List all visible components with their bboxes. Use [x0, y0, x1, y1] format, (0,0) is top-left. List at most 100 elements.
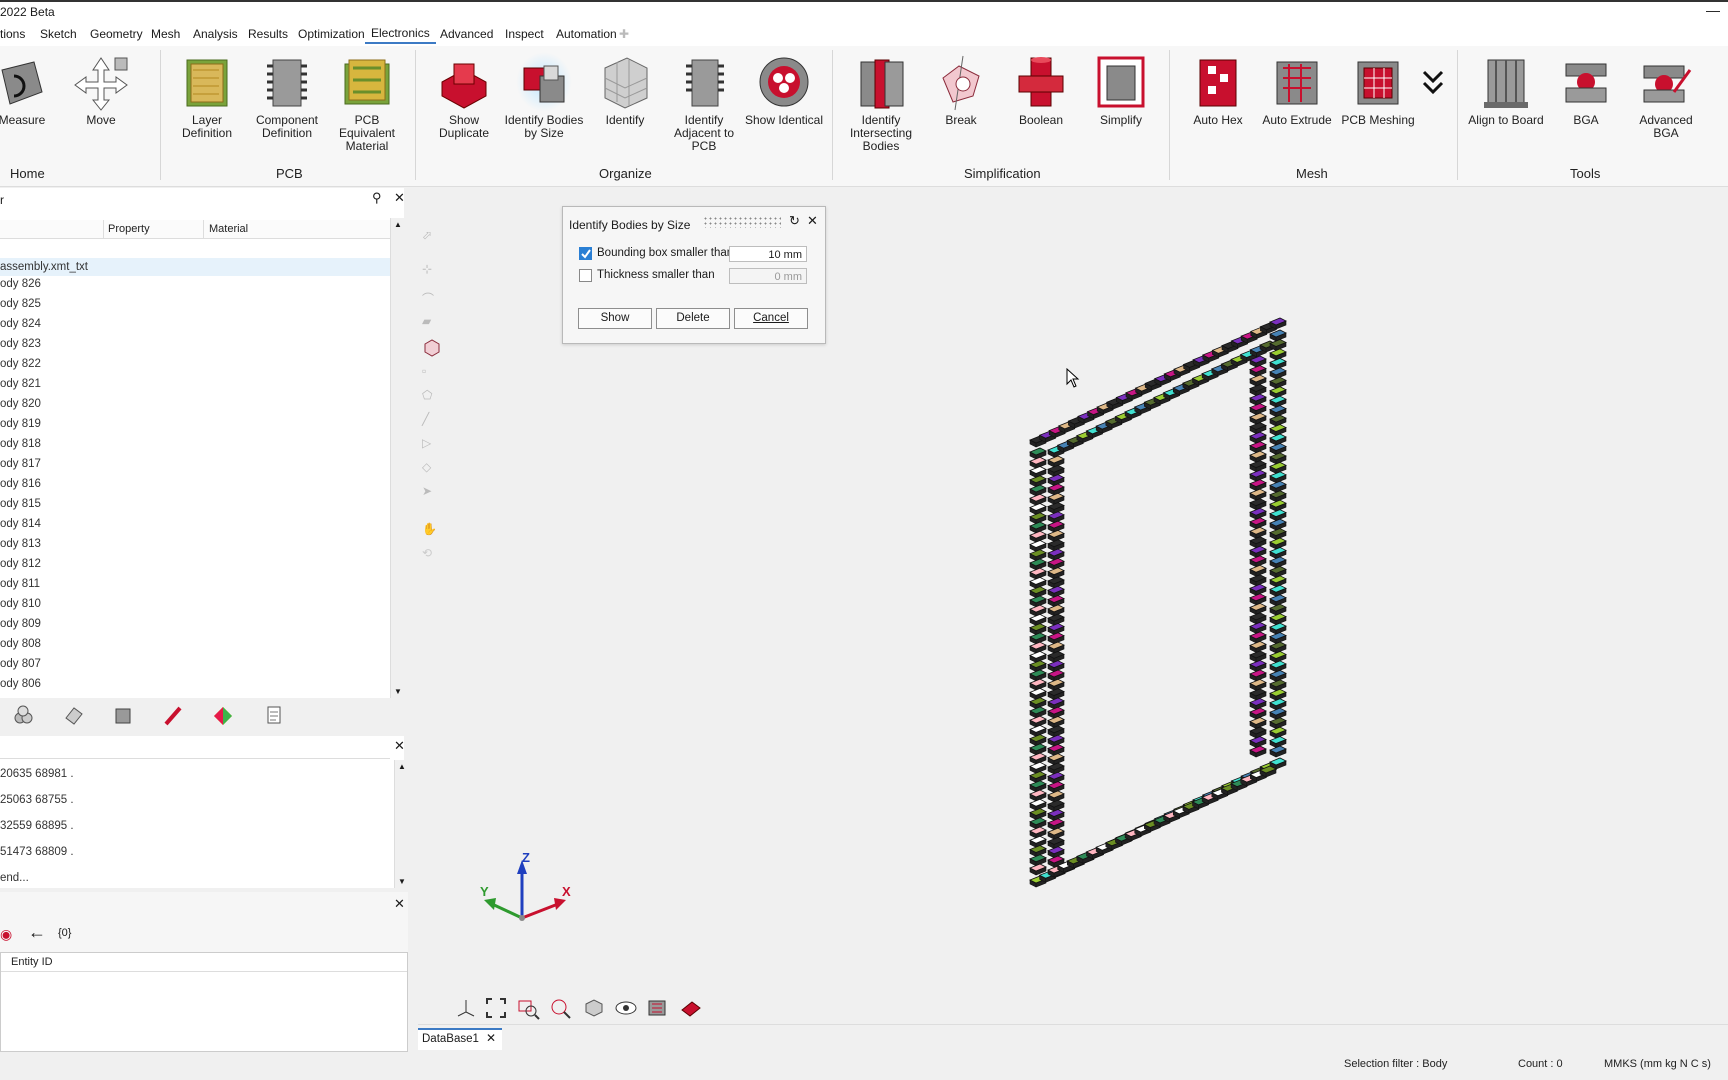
body[interactable] — [1269, 518, 1287, 531]
column-entity-id[interactable]: Entity ID — [11, 956, 53, 968]
body[interactable] — [1249, 555, 1267, 568]
body[interactable] — [1029, 512, 1047, 525]
body[interactable] — [1047, 539, 1065, 552]
body[interactable] — [1269, 594, 1287, 607]
body[interactable] — [1047, 836, 1065, 849]
body[interactable] — [1269, 452, 1287, 465]
body[interactable] — [1029, 706, 1047, 719]
body[interactable] — [1269, 651, 1287, 663]
tree-row[interactable]: ody 811 — [0, 578, 40, 590]
body[interactable] — [1249, 536, 1267, 549]
body[interactable] — [1047, 520, 1065, 533]
body[interactable] — [1047, 799, 1065, 812]
body[interactable] — [1269, 528, 1287, 541]
body[interactable] — [1269, 584, 1287, 597]
body[interactable] — [1269, 443, 1287, 455]
menu-item-optimization[interactable]: Optimization — [298, 27, 365, 41]
body[interactable] — [1249, 422, 1267, 435]
column-material[interactable]: Material — [209, 223, 248, 235]
filter-icon[interactable]: ◉ — [0, 926, 12, 943]
body[interactable] — [1269, 471, 1287, 484]
intersecting-bodies-button[interactable]: Identify Intersecting Bodies — [841, 48, 921, 153]
body[interactable] — [1249, 479, 1267, 492]
tab-close-icon[interactable]: ✕ — [486, 1031, 496, 1045]
body[interactable] — [1269, 424, 1287, 437]
body[interactable] — [1047, 576, 1065, 589]
bbox-checkbox[interactable] — [579, 247, 592, 260]
body[interactable] — [1029, 567, 1047, 580]
tree-root[interactable]: assembly.xmt_txt — [0, 258, 390, 276]
tree-row[interactable]: ody 820 — [0, 398, 41, 410]
body[interactable] — [1047, 827, 1065, 840]
menu-item-analysis[interactable]: Analysis — [193, 27, 238, 41]
material-tab-icon[interactable] — [62, 704, 84, 726]
identify-button[interactable]: Identify — [585, 48, 665, 127]
body[interactable] — [1047, 660, 1065, 673]
body[interactable] — [1269, 405, 1287, 418]
body[interactable] — [1047, 781, 1065, 794]
body[interactable] — [1249, 431, 1267, 444]
body[interactable] — [1249, 612, 1267, 625]
body[interactable] — [1249, 469, 1267, 482]
body[interactable] — [1249, 545, 1267, 558]
body[interactable] — [1047, 529, 1065, 542]
body[interactable] — [1249, 736, 1267, 748]
pcb-material-button[interactable]: PCB Equivalent Material — [327, 48, 407, 153]
surface-icon[interactable]: ▰ — [422, 314, 442, 334]
body[interactable] — [1269, 679, 1287, 692]
body[interactable] — [1047, 548, 1065, 561]
body[interactable] — [1029, 715, 1047, 728]
body[interactable] — [1047, 697, 1065, 710]
body[interactable] — [1047, 753, 1065, 766]
menu-item-automation[interactable]: Automation — [556, 27, 617, 41]
body[interactable] — [1029, 632, 1047, 645]
close-icon[interactable]: ✕ — [394, 190, 405, 206]
auto-extrude-button[interactable]: Auto Extrude — [1257, 48, 1337, 127]
dialog-grip[interactable] — [703, 216, 781, 228]
body[interactable] — [1249, 517, 1267, 530]
body[interactable] — [1029, 687, 1047, 700]
body[interactable] — [1269, 433, 1287, 446]
body[interactable] — [1249, 659, 1267, 672]
body[interactable] — [1269, 698, 1287, 711]
body[interactable] — [1269, 726, 1287, 739]
console-scrollbar[interactable]: ▲ ▼ — [394, 760, 409, 888]
menu-item-results[interactable]: Results — [248, 27, 288, 41]
load-tab-icon[interactable] — [162, 704, 184, 726]
render-mode-icon[interactable] — [646, 996, 670, 1020]
component-definition-button[interactable]: Component Definition — [247, 48, 327, 140]
body[interactable] — [1249, 745, 1267, 758]
tree-row[interactable]: ody 807 — [0, 658, 41, 670]
identify-adjacent-button[interactable]: Identify Adjacent to PCB — [664, 48, 744, 153]
column-property[interactable]: Property — [108, 223, 150, 235]
face-icon[interactable]: ▫ — [422, 364, 442, 384]
thickness-value-field[interactable]: 0 mm — [729, 268, 807, 284]
body[interactable] — [1249, 365, 1267, 377]
browser-scrollbar[interactable]: ▲ ▼ — [390, 218, 405, 698]
body[interactable] — [1269, 745, 1287, 758]
boolean-button[interactable]: Boolean — [1001, 48, 1081, 127]
body[interactable] — [1047, 502, 1065, 514]
body[interactable] — [1047, 567, 1065, 580]
body[interactable] — [1029, 623, 1047, 636]
body[interactable] — [1047, 623, 1065, 635]
body[interactable] — [1249, 574, 1267, 587]
body[interactable] — [1029, 540, 1047, 552]
body[interactable] — [1029, 604, 1047, 617]
body[interactable] — [1029, 650, 1047, 663]
bbox-value-field[interactable]: 10 mm — [729, 246, 807, 262]
body[interactable] — [1047, 771, 1065, 784]
tab-database1[interactable]: DataBase1 ✕ — [418, 1028, 502, 1050]
console-close-icon[interactable]: ✕ — [394, 738, 405, 754]
menu-item-geometry[interactable]: Geometry — [90, 27, 143, 41]
body[interactable] — [1249, 707, 1267, 720]
body[interactable] — [1029, 660, 1047, 673]
body[interactable] — [1249, 717, 1267, 729]
cancel-button[interactable]: Cancel — [734, 308, 808, 329]
body[interactable] — [1249, 688, 1267, 701]
menu-item-mesh[interactable]: Mesh — [151, 27, 180, 41]
body[interactable] — [1269, 317, 1287, 330]
body[interactable] — [1249, 640, 1267, 653]
body[interactable] — [1029, 817, 1047, 830]
body[interactable] — [1047, 762, 1065, 775]
